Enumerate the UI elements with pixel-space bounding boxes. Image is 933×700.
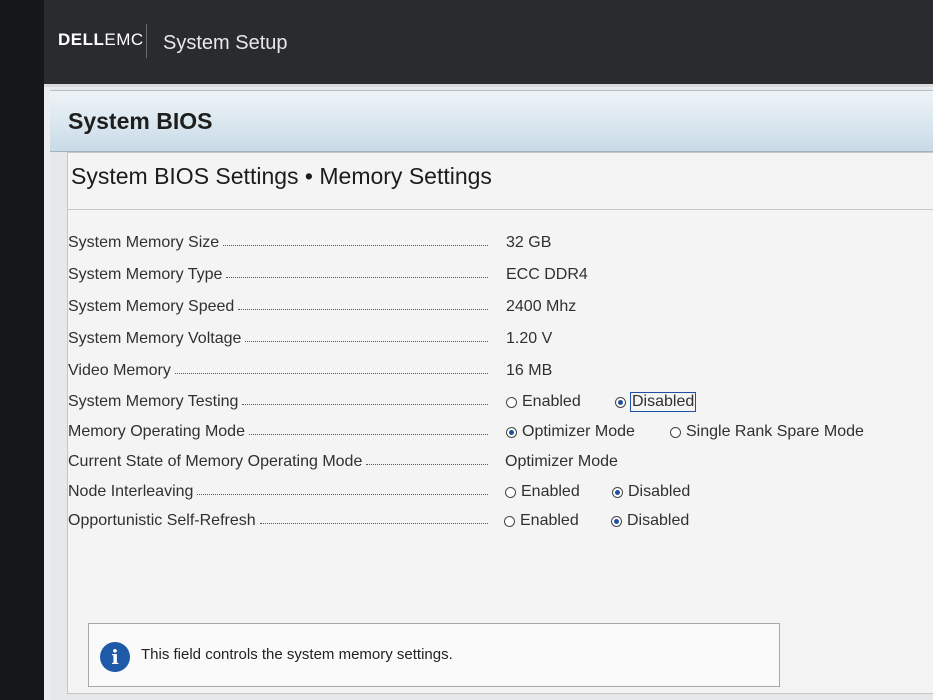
radio-button-icon: [505, 486, 516, 498]
setting-label: Video Memory: [68, 362, 488, 380]
setting-row-memory-speed: System Memory Speed 2400 Mhz: [68, 298, 933, 320]
setting-row-node-interleaving: Node Interleaving Enabled Disabled: [68, 483, 933, 505]
page-title: System BIOS: [68, 108, 213, 134]
screen: DELLEMC System Setup System BIOS System …: [44, 0, 933, 700]
setting-row-current-operating-mode: Current State of Memory Operating Mode O…: [68, 453, 933, 475]
setting-row-video-memory: Video Memory 16 MB: [68, 362, 933, 384]
setting-label: System Memory Testing: [68, 393, 488, 411]
info-icon: i: [100, 642, 130, 672]
setting-row-memory-voltage: System Memory Voltage 1.20 V: [68, 330, 933, 352]
section-header: System BIOS: [50, 90, 933, 152]
setting-label: System Memory Type: [68, 266, 488, 284]
app-title: System Setup: [163, 32, 288, 54]
setting-value: 2400 Mhz: [506, 298, 577, 315]
setting-label: System Memory Voltage: [68, 330, 488, 348]
divider: [68, 209, 933, 210]
radio-disabled[interactable]: Disabled: [615, 392, 697, 412]
top-bar: DELLEMC System Setup: [44, 0, 933, 87]
dell-emc-logo: DELLEMC: [58, 30, 144, 49]
radio-button-selected-icon: [615, 396, 626, 408]
setting-value: 1.20 V: [506, 330, 553, 347]
radio-button-icon: [504, 515, 515, 527]
setting-label: Memory Operating Mode: [68, 423, 488, 441]
settings-content: System BIOS Settings • Memory Settings S…: [67, 152, 933, 694]
radio-single-rank-spare-mode[interactable]: Single Rank Spare Mode: [670, 423, 864, 441]
radio-enabled[interactable]: Enabled: [505, 483, 580, 501]
help-text: This field controls the system memory se…: [141, 646, 453, 663]
setting-value: 32 GB: [506, 234, 552, 251]
setting-row-memory-size: System Memory Size 32 GB: [68, 234, 933, 256]
radio-button-icon: [506, 396, 517, 408]
setting-value: ECC DDR4: [506, 266, 588, 283]
setting-value: 16 MB: [506, 362, 553, 379]
radio-enabled[interactable]: Enabled: [504, 512, 579, 530]
setting-label: Opportunistic Self-Refresh: [68, 512, 488, 530]
radio-disabled[interactable]: Disabled: [611, 512, 689, 530]
setting-row-memory-testing: System Memory Testing Enabled Disabled: [68, 392, 933, 415]
radio-button-selected-icon: [611, 515, 622, 527]
radio-button-selected-icon: [506, 426, 517, 438]
radio-disabled[interactable]: Disabled: [612, 483, 690, 501]
help-panel: i This field controls the system memory …: [88, 623, 780, 687]
radio-optimizer-mode[interactable]: Optimizer Mode: [506, 423, 635, 441]
setting-label: System Memory Speed: [68, 298, 488, 316]
header-divider: [146, 24, 147, 58]
setting-row-operating-mode: Memory Operating Mode Optimizer Mode Sin…: [68, 423, 933, 445]
setting-label: Current State of Memory Operating Mode: [68, 453, 488, 471]
radio-button-selected-icon: [612, 486, 623, 498]
setting-value: Optimizer Mode: [505, 453, 618, 470]
breadcrumb: System BIOS Settings • Memory Settings: [71, 163, 492, 189]
setting-label: Node Interleaving: [68, 483, 488, 501]
main-panel: System BIOS System BIOS Settings • Memor…: [50, 88, 933, 700]
radio-button-icon: [670, 426, 681, 438]
setting-label: System Memory Size: [68, 234, 488, 252]
setting-row-self-refresh: Opportunistic Self-Refresh Enabled Disab…: [68, 512, 933, 534]
radio-enabled[interactable]: Enabled: [506, 393, 581, 411]
setting-row-memory-type: System Memory Type ECC DDR4: [68, 266, 933, 288]
